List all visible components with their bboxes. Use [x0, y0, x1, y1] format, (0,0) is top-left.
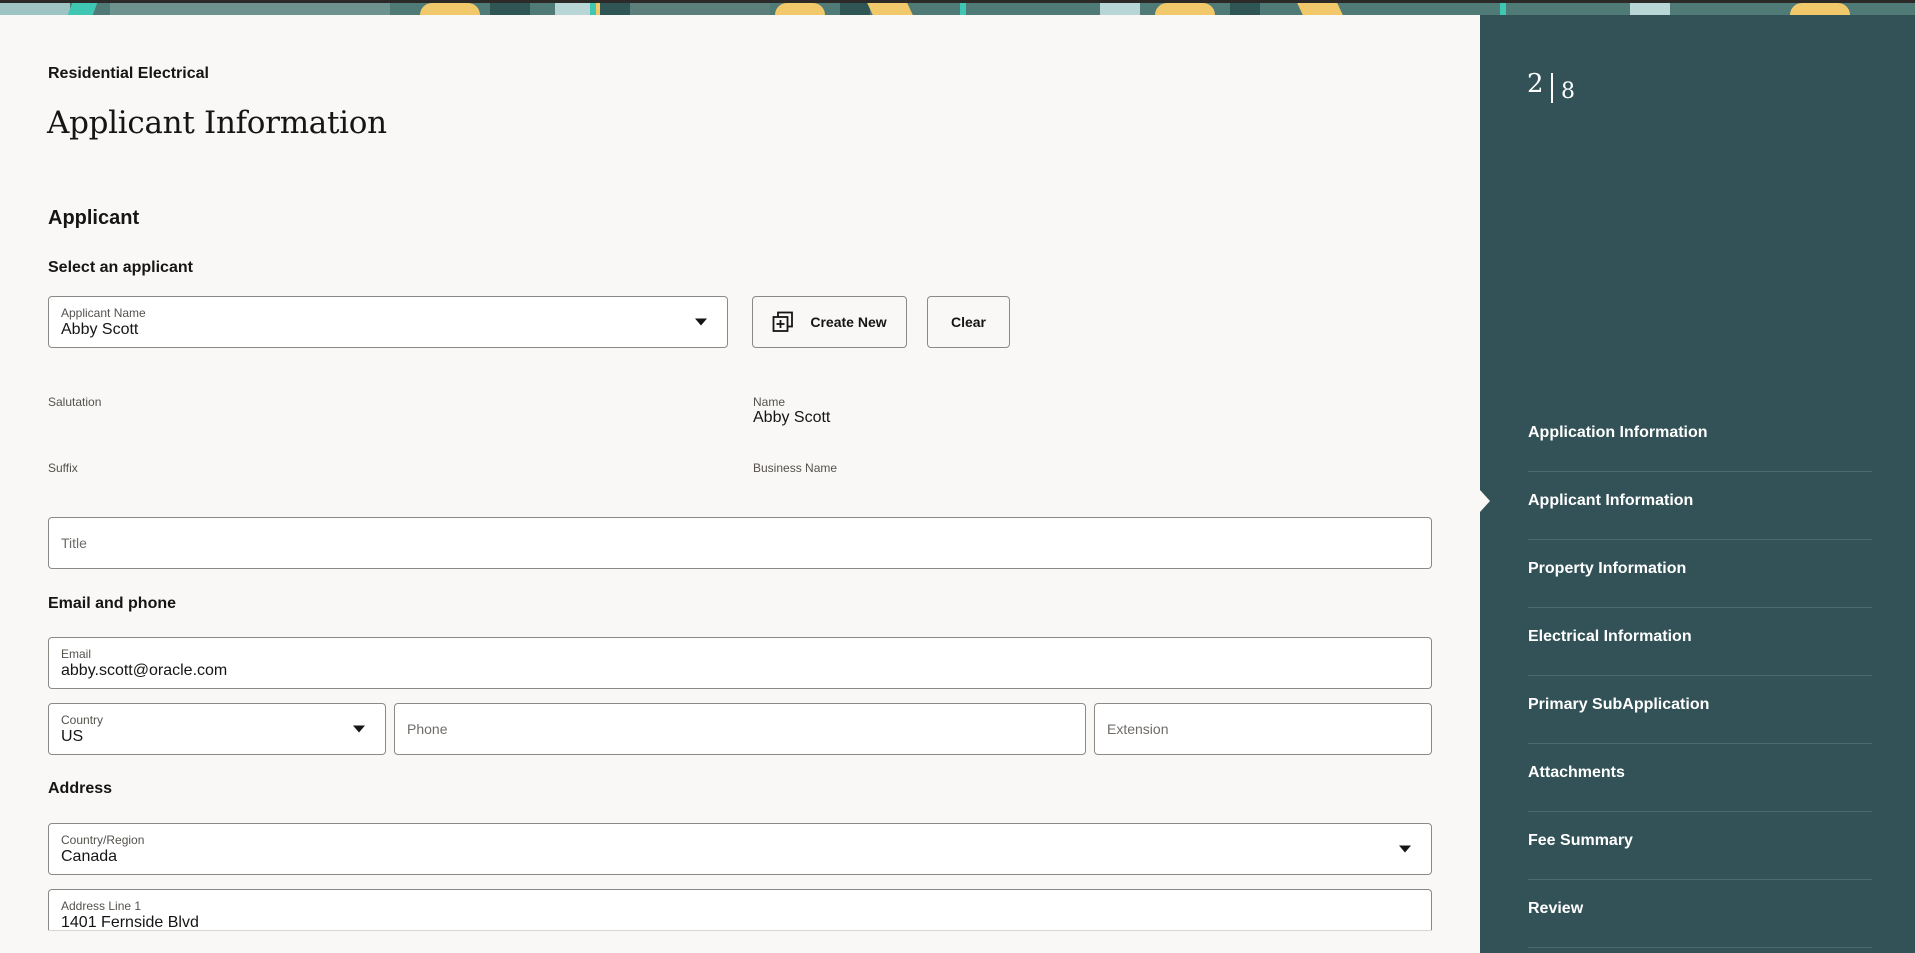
banner-shape [867, 3, 913, 15]
applicant-name-value: Abby Scott [61, 321, 139, 338]
chevron-down-icon[interactable] [353, 725, 365, 733]
country-region-value: Canada [61, 848, 118, 865]
step-primary-subapplication[interactable]: Primary SubApplication [1528, 676, 1872, 744]
email-label: Email [61, 647, 92, 661]
decorative-banner [0, 0, 1915, 15]
create-new-label: Create New [810, 314, 887, 330]
banner-shape [0, 3, 70, 15]
extension-input[interactable]: Extension [1094, 703, 1432, 755]
title-placeholder: Title [61, 535, 87, 551]
name-value: Abby Scott [753, 409, 831, 426]
select-applicant-label: Select an applicant [48, 259, 193, 276]
step-label: Application Information [1528, 424, 1708, 441]
add-copy-icon [772, 311, 794, 332]
banner-shape [1155, 3, 1215, 15]
step-divider [1551, 73, 1553, 103]
banner-shape [1230, 3, 1260, 15]
suffix-label: Suffix [48, 461, 78, 475]
step-label: Fee Summary [1528, 832, 1633, 849]
chevron-down-icon[interactable] [695, 318, 707, 326]
step-label: Attachments [1528, 764, 1625, 781]
phone-placeholder: Phone [407, 721, 448, 737]
name-label: Name [753, 395, 786, 409]
title-input[interactable]: Title [48, 517, 1432, 569]
clear-label: Clear [950, 314, 987, 330]
banner-shape [1100, 3, 1140, 15]
banner-shape [420, 3, 480, 15]
banner-shape [590, 3, 596, 15]
banner-shape [555, 3, 595, 15]
country-region-label: Country/Region [61, 833, 145, 847]
applicant-section-title: Applicant [48, 207, 140, 229]
banner-shape [600, 3, 630, 15]
chevron-down-icon[interactable] [1399, 845, 1411, 853]
salutation-label: Salutation [48, 395, 102, 409]
email-phone-section-title: Email and phone [48, 595, 177, 612]
clear-button[interactable]: Clear [927, 296, 1010, 348]
banner-shape [960, 3, 966, 15]
step-list: Application Information Applicant Inform… [1528, 404, 1872, 948]
banner-shape [1790, 3, 1850, 15]
current-step: 2 [1527, 69, 1544, 99]
address-line-1-value: 1401 Fernside Blvd [61, 914, 199, 930]
address-line-1-clip: Address Line 1 1401 Fernside Blvd [48, 889, 1432, 930]
step-attachments[interactable]: Attachments [1528, 744, 1872, 812]
banner-shape [1297, 3, 1343, 15]
banner-shape [775, 3, 825, 15]
applicant-name-select[interactable]: Applicant Name Abby Scott [48, 296, 728, 348]
step-label: Electrical Information [1528, 628, 1692, 645]
step-property-information[interactable]: Property Information [1528, 540, 1872, 608]
extension-placeholder: Extension [1107, 721, 1169, 737]
step-navigation-sidebar: 2 8 Application Information Applicant In… [1480, 15, 1915, 953]
step-label: Applicant Information [1528, 492, 1694, 509]
step-application-information[interactable]: Application Information [1528, 404, 1872, 472]
country-label: Country [61, 713, 104, 727]
total-steps: 8 [1561, 79, 1575, 104]
banner-shape [110, 3, 390, 15]
banner-shape [490, 3, 530, 15]
scroll-clip-line [48, 930, 1432, 931]
step-review[interactable]: Review [1528, 880, 1872, 948]
banner-shape [1500, 3, 1506, 15]
step-label: Property Information [1528, 560, 1687, 577]
phone-input[interactable]: Phone [394, 703, 1086, 755]
step-label: Review [1528, 900, 1584, 917]
main-content: Residential Electrical Applicant Informa… [0, 15, 1480, 953]
address-section-title: Address [48, 780, 113, 797]
phone-country-select[interactable]: Country US [48, 703, 386, 755]
step-electrical-information[interactable]: Electrical Information [1528, 608, 1872, 676]
banner-shape [630, 3, 770, 15]
step-applicant-information[interactable]: Applicant Information [1528, 472, 1872, 540]
email-input[interactable]: Email abby.scott@oracle.com [48, 637, 1432, 689]
country-value: US [61, 728, 84, 745]
step-fee-summary[interactable]: Fee Summary [1528, 812, 1872, 880]
banner-shape [1630, 3, 1670, 15]
email-value: abby.scott@oracle.com [61, 662, 228, 679]
page-title: Applicant Information [47, 105, 387, 141]
applicant-name-label: Applicant Name [61, 306, 146, 320]
step-label: Primary SubApplication [1528, 696, 1710, 713]
active-step-pointer-icon [1480, 490, 1490, 512]
banner-shape [840, 3, 870, 15]
address-line-1-input[interactable]: Address Line 1 1401 Fernside Blvd [48, 889, 1432, 930]
banner-shape [67, 3, 98, 15]
address-line-1-label: Address Line 1 [61, 899, 142, 913]
country-region-select[interactable]: Country/Region Canada [48, 823, 1432, 875]
create-new-button[interactable]: Create New [752, 296, 907, 348]
page-subtitle: Residential Electrical [48, 65, 209, 82]
business-name-label: Business Name [753, 461, 838, 475]
